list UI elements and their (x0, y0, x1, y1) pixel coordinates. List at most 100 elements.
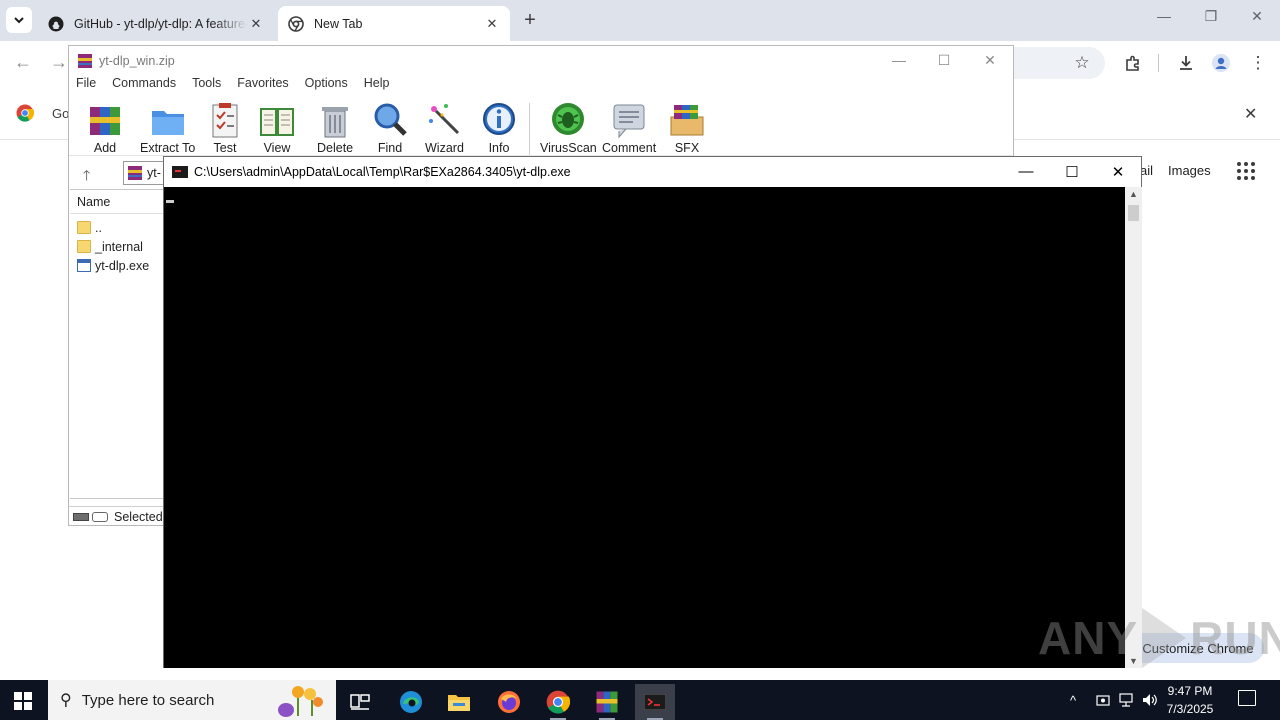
search-highlight-art-icon (278, 686, 323, 717)
sfx-button[interactable]: SFX (669, 101, 705, 157)
tab-title: GitHub - yt-dlp/yt-dlp: A feature-rich c… (74, 16, 248, 31)
restore-icon[interactable]: ❐ (1197, 8, 1225, 25)
window-title: yt-dlp_win.zip (99, 54, 175, 68)
console-window: C:\Users\admin\AppData\Local\Temp\Rar$EX… (163, 156, 1142, 668)
console-scrollbar[interactable]: ▲ ▼ (1125, 187, 1142, 668)
windows-taskbar: ⚲ Type here to search ^ 9:47 PM 7/3/2025 (0, 680, 1280, 720)
list-item[interactable]: yt-dlp.exe (70, 256, 165, 275)
task-view-icon[interactable] (340, 684, 380, 720)
forward-arrow-icon[interactable]: → (50, 52, 68, 73)
list-item[interactable]: .. (70, 218, 165, 237)
find-button[interactable]: Find (372, 101, 408, 157)
close-icon[interactable]: ✕ (1243, 8, 1271, 25)
maximize-icon[interactable]: ☐ (1057, 163, 1087, 181)
virusscan-button[interactable]: VirusScan (540, 101, 597, 157)
google-apps-icon[interactable] (1237, 162, 1255, 180)
view-button[interactable]: View (259, 101, 295, 157)
taskbar-search-box[interactable]: ⚲ Type here to search (48, 680, 336, 720)
file-explorer-icon[interactable] (439, 684, 479, 720)
bookmark-star-icon[interactable]: ☆ (1071, 52, 1093, 74)
console-app-icon (172, 166, 188, 178)
profile-avatar-icon[interactable] (1210, 52, 1232, 74)
minimize-icon[interactable]: — (1150, 8, 1178, 24)
folder-icon (77, 221, 91, 234)
close-icon[interactable]: ✕ (1244, 104, 1257, 124)
network-icon[interactable] (1118, 680, 1134, 720)
menu-options[interactable]: Options (305, 76, 348, 96)
test-button[interactable]: Test (207, 101, 243, 157)
taskbar-clock[interactable]: 9:47 PM 7/3/2025 (1160, 682, 1220, 718)
menu-commands[interactable]: Commands (112, 76, 176, 96)
view-book-icon (260, 108, 294, 136)
toolbar-divider (1158, 54, 1159, 72)
text-cursor (166, 200, 174, 203)
add-archive-icon (90, 107, 120, 135)
info-button[interactable]: Info (481, 101, 517, 157)
show-hidden-icons-icon[interactable]: ^ (1070, 680, 1076, 720)
winrar-menubar: File Commands Tools Favorites Options He… (69, 76, 405, 96)
more-menu-icon[interactable]: ⋮ (1247, 52, 1269, 74)
maximize-icon[interactable]: ☐ (932, 52, 956, 69)
chrome-tabstrip: GitHub - yt-dlp/yt-dlp: A feature-rich c… (0, 0, 1280, 41)
extract-to-button[interactable]: Extract To (140, 101, 195, 157)
close-icon[interactable]: ✕ (1103, 163, 1133, 181)
edge-browser-icon[interactable] (391, 684, 431, 720)
minimize-icon[interactable]: — (887, 52, 911, 68)
tab-github[interactable]: GitHub - yt-dlp/yt-dlp: A feature-rich c… (38, 6, 274, 41)
search-icon: ⚲ (60, 692, 72, 709)
windows-start-icon[interactable] (14, 692, 32, 710)
sfx-box-icon (670, 105, 704, 136)
images-link[interactable]: Images (1168, 163, 1211, 178)
close-icon[interactable]: ✕ (248, 16, 264, 32)
magnifier-icon (374, 103, 407, 136)
minimize-icon[interactable]: — (1011, 163, 1041, 180)
tab-new-tab[interactable]: New Tab ✕ (278, 6, 510, 41)
add-button[interactable]: Add (87, 101, 123, 157)
column-header-name[interactable]: Name (70, 190, 165, 214)
winrar-titlebar[interactable]: yt-dlp_win.zip (69, 46, 1013, 76)
download-icon[interactable] (1175, 52, 1197, 74)
close-icon[interactable]: ✕ (978, 52, 1002, 69)
winrar-icon (78, 54, 92, 68)
menu-tools[interactable]: Tools (192, 76, 221, 96)
info-icon (483, 103, 515, 135)
winrar-icon (128, 166, 142, 180)
console-taskbar-icon[interactable] (635, 684, 675, 720)
menu-help[interactable]: Help (364, 76, 390, 96)
folder-icon (77, 240, 91, 253)
up-arrow-icon[interactable]: 🡑 (83, 165, 90, 189)
menu-file[interactable]: File (76, 76, 96, 96)
search-placeholder: Type here to search (81, 691, 215, 709)
back-arrow-icon[interactable]: ← (14, 52, 32, 73)
anyrun-watermark: ANY RUN (1038, 608, 1280, 668)
firefox-icon[interactable] (489, 684, 529, 720)
comment-button[interactable]: Comment (602, 101, 656, 157)
chrome-logo-icon (16, 104, 34, 122)
wizard-button[interactable]: Wizard (425, 101, 464, 157)
play-triangle-icon (1142, 608, 1187, 668)
delete-button[interactable]: Delete (317, 101, 353, 157)
scroll-up-arrow-icon[interactable]: ▲ (1125, 189, 1142, 199)
security-tray-icon[interactable] (1096, 680, 1110, 720)
chrome-taskbar-icon[interactable] (538, 684, 578, 720)
status-text: Selected (114, 509, 163, 524)
key-icon[interactable] (92, 511, 108, 522)
notification-center-icon[interactable] (1238, 690, 1256, 706)
console-output[interactable] (164, 187, 1125, 668)
google-bar-text: Go (52, 106, 70, 121)
winrar-taskbar-icon[interactable] (587, 684, 627, 720)
exe-file-icon (77, 259, 91, 272)
list-item[interactable]: _internal (70, 237, 165, 256)
chrome-icon (288, 15, 304, 32)
scrollbar-thumb[interactable] (1128, 205, 1139, 221)
comment-icon (613, 104, 645, 139)
menu-favorites[interactable]: Favorites (237, 76, 288, 96)
tab-search-button[interactable] (6, 7, 32, 33)
test-clipboard-icon (212, 103, 238, 138)
chevron-down-icon (14, 17, 24, 24)
console-titlebar[interactable]: C:\Users\admin\AppData\Local\Temp\Rar$EX… (164, 157, 1141, 187)
extensions-icon[interactable] (1122, 52, 1144, 74)
volume-icon[interactable] (1142, 680, 1158, 720)
new-tab-button[interactable]: + (518, 9, 542, 33)
close-icon[interactable]: ✕ (484, 16, 500, 32)
